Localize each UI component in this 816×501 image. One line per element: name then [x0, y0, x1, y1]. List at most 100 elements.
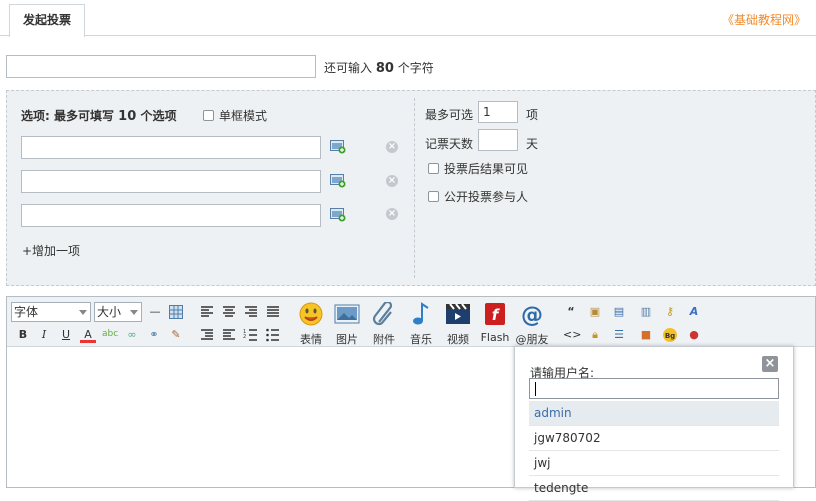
days-unit: 天	[526, 137, 539, 151]
options-heading-prefix: 选项: 最多可填写	[21, 109, 114, 123]
music-note-icon	[413, 302, 429, 325]
subject-hint: 还可输入 80 个字符	[324, 59, 434, 76]
text-cursor	[535, 382, 536, 396]
subject-input[interactable]	[6, 55, 316, 78]
tab-start-vote[interactable]: 发起投票	[9, 4, 85, 37]
image-icon	[334, 304, 360, 324]
code-icon[interactable]: <>	[563, 327, 581, 343]
username-input[interactable]	[529, 378, 779, 399]
options-heading-count: 10	[118, 109, 137, 124]
gift-icon[interactable]: ■	[638, 327, 654, 343]
subject-hint-suffix: 个字符	[397, 61, 434, 75]
public-voters-checkbox[interactable]	[428, 191, 439, 202]
align-right-icon[interactable]	[243, 304, 259, 320]
suggestion-item[interactable]: jgw780702	[529, 426, 779, 451]
visible-after-checkbox[interactable]	[428, 163, 439, 174]
link-icon[interactable]: ∞	[124, 327, 140, 343]
attachment-label: 附件	[373, 333, 395, 346]
highlight-icon[interactable]: abc	[102, 326, 118, 342]
video-button[interactable]: 视频	[443, 302, 473, 347]
flash-icon: f	[485, 303, 505, 325]
svg-text:@: @	[521, 303, 543, 326]
font-color-icon[interactable]: A	[80, 327, 96, 343]
suggestion-item[interactable]: jwj	[529, 451, 779, 476]
font-select[interactable]: 字体	[11, 302, 91, 322]
clear-format-icon[interactable]: ✎	[168, 327, 184, 343]
size-select-value: 大小	[97, 305, 122, 319]
quote-icon[interactable]: “	[563, 304, 579, 320]
flash-button[interactable]: f Flash	[478, 302, 512, 344]
option-delete-icon[interactable]: ×	[386, 175, 398, 187]
flash-label: Flash	[480, 331, 510, 344]
bold-icon[interactable]: B	[15, 327, 31, 343]
suggestion-item[interactable]: admin	[529, 401, 779, 426]
option-image-icon[interactable]	[330, 140, 346, 154]
lock-icon[interactable]: 🔒︎	[587, 327, 603, 343]
option-image-icon[interactable]	[330, 174, 346, 188]
bg-icon[interactable]: Bg	[662, 327, 678, 343]
option-input-1[interactable]	[21, 136, 321, 159]
close-icon[interactable]: ×	[762, 356, 778, 372]
font-select-value: 字体	[14, 305, 39, 319]
music-button[interactable]: 音乐	[406, 302, 436, 347]
list-box-icon[interactable]: ☰	[611, 327, 627, 343]
underline-icon[interactable]: U	[58, 327, 74, 343]
visible-after-label: 投票后结果可见	[444, 162, 529, 176]
italic-icon[interactable]: I	[36, 327, 52, 343]
align-justify-icon[interactable]	[265, 304, 281, 320]
svg-text:Bg: Bg	[665, 332, 675, 340]
music-label: 音乐	[410, 333, 432, 346]
video-label: 视频	[447, 333, 469, 346]
emoji-button[interactable]: 表情	[296, 302, 326, 347]
brand-link[interactable]: 《基础教程网》	[722, 11, 806, 28]
align-center-icon[interactable]	[221, 304, 237, 320]
option-delete-icon[interactable]: ×	[386, 141, 398, 153]
free-icon[interactable]: ▣	[587, 304, 603, 320]
password-icon[interactable]: ⚷	[662, 304, 678, 320]
emoji-icon	[299, 302, 323, 326]
size-select[interactable]: 大小	[94, 302, 142, 322]
hide-icon[interactable]: ▤	[611, 304, 627, 320]
option-input-2[interactable]	[21, 170, 321, 193]
suggestion-item[interactable]: tedengte	[529, 476, 779, 501]
public-voters-label: 公开投票参与人	[444, 190, 529, 204]
single-mode-label: 单框模式	[219, 109, 268, 123]
video-clapper-icon	[446, 303, 470, 324]
ordered-list-icon[interactable]: 12	[243, 327, 259, 343]
days-input[interactable]	[478, 129, 518, 151]
outdent-icon[interactable]	[221, 327, 237, 343]
font-style-icon[interactable]: A	[686, 304, 702, 320]
emoji-label: 表情	[300, 333, 322, 346]
columns-icon[interactable]: ▥	[638, 304, 654, 320]
at-sign-icon: @	[521, 303, 543, 328]
image-button[interactable]: 图片	[332, 302, 362, 347]
mention-label: @朋友	[515, 333, 549, 346]
option-input-3[interactable]	[21, 204, 321, 227]
days-label: 记票天数	[425, 137, 474, 151]
unordered-list-icon[interactable]	[265, 327, 281, 343]
svg-text:2: 2	[243, 334, 246, 340]
option-delete-icon[interactable]: ×	[386, 208, 398, 220]
indent-icon[interactable]	[199, 327, 215, 343]
unlink-icon[interactable]: ⚭	[146, 327, 162, 343]
horizontal-rule-icon[interactable]: —	[147, 304, 163, 320]
max-choice-label: 最多可选	[425, 108, 474, 122]
panel-divider	[414, 98, 415, 278]
options-heading: 选项: 最多可填写 10 个选项	[21, 107, 176, 124]
single-mode-checkbox[interactable]	[203, 110, 214, 121]
subject-hint-prefix: 还可输入	[324, 61, 373, 75]
image-label: 图片	[336, 333, 358, 346]
table-icon[interactable]	[168, 304, 184, 320]
attachment-button[interactable]: 附件	[369, 300, 399, 347]
add-option-button[interactable]: +增加一项	[22, 242, 80, 259]
option-image-icon[interactable]	[330, 208, 346, 222]
max-choice-input[interactable]: 1	[478, 101, 518, 123]
tab-bar	[0, 0, 816, 36]
align-left-icon[interactable]	[199, 304, 215, 320]
qq-icon[interactable]: ●	[686, 327, 702, 343]
subject-hint-count: 80	[375, 61, 394, 76]
paperclip-icon	[372, 300, 393, 326]
mention-button[interactable]: @ @朋友	[514, 302, 550, 347]
options-heading-suffix: 个选项	[140, 109, 177, 123]
max-choice-unit: 项	[526, 108, 539, 122]
